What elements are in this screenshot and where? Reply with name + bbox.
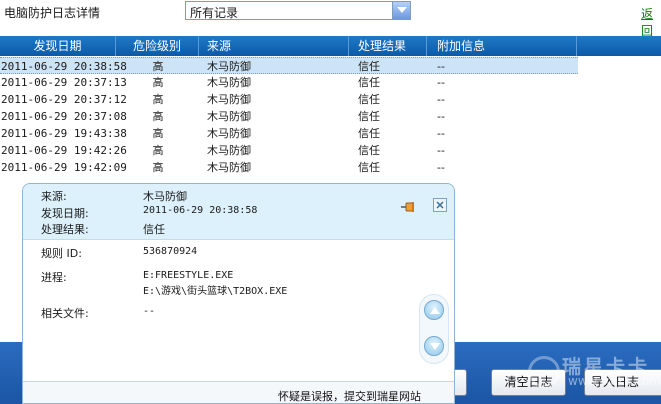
column-header-level[interactable]: 危险级别 bbox=[116, 36, 199, 56]
row-extra: -- bbox=[437, 93, 445, 106]
filter-selected-value: 所有记录 bbox=[190, 6, 239, 20]
row-result: 信任 bbox=[358, 127, 380, 140]
related-files-label: 相关文件: bbox=[41, 307, 89, 320]
column-header-result[interactable]: 处理结果 bbox=[349, 36, 427, 56]
row-source: 木马防御 bbox=[207, 127, 251, 140]
row-level: 高 bbox=[152, 144, 164, 157]
column-header-source[interactable]: 来源 bbox=[199, 36, 349, 56]
date-label: 发现日期: bbox=[41, 207, 89, 220]
row-date: 2011-06-29 19:42:26 bbox=[1, 144, 127, 157]
import-log-button[interactable]: 导入日志 bbox=[584, 369, 661, 396]
row-source: 木马防御 bbox=[207, 93, 251, 106]
process-value-2: E:\游戏\街头篮球\T2BOX.EXE bbox=[143, 286, 288, 297]
row-date: 2011-06-29 20:37:12 bbox=[1, 93, 127, 106]
row-source: 木马防御 bbox=[207, 161, 251, 174]
source-value: 木马防御 bbox=[143, 190, 187, 203]
title-bar: 电脑防护日志详情 所有记录 返回 bbox=[0, 0, 661, 39]
date-value: 2011-06-29 20:38:58 bbox=[143, 205, 258, 216]
hidden-button-edge[interactable] bbox=[455, 369, 467, 396]
table-row[interactable]: 2011-06-29 20:38:58 高 木马防御 信任 -- bbox=[0, 57, 578, 74]
popup-body: 规则 ID: 536870924 进程: E:FREESTYLE.EXE E:\… bbox=[23, 241, 454, 381]
row-extra: -- bbox=[437, 110, 445, 123]
process-label: 进程: bbox=[41, 271, 67, 284]
table-row[interactable]: 2011-06-29 19:42:26 高 木马防御 信任 -- bbox=[0, 142, 578, 159]
close-icon[interactable] bbox=[433, 198, 447, 212]
row-source: 木马防御 bbox=[207, 144, 251, 157]
arrow-down-icon[interactable] bbox=[424, 336, 444, 356]
row-level: 高 bbox=[152, 127, 164, 140]
table-row[interactable]: 2011-06-29 20:37:13 高 木马防御 信任 -- bbox=[0, 74, 578, 91]
result-value: 信任 bbox=[143, 223, 165, 236]
row-extra: -- bbox=[437, 127, 445, 140]
process-value-1: E:FREESTYLE.EXE bbox=[143, 270, 234, 281]
related-files-value: -- bbox=[143, 306, 156, 317]
rule-id-value: 536870924 bbox=[143, 246, 198, 257]
row-date: 2011-06-29 19:42:09 bbox=[1, 161, 127, 174]
table-header: 发现日期 危险级别 来源 处理结果 附加信息 bbox=[0, 36, 661, 56]
clear-log-button[interactable]: 清空日志 bbox=[491, 369, 566, 396]
row-result: 信任 bbox=[358, 144, 380, 157]
row-result: 信任 bbox=[358, 161, 380, 174]
log-detail-popup: 来源: 木马防御 发现日期: 2011-06-29 20:38:58 处理结果:… bbox=[22, 183, 455, 404]
row-result: 信任 bbox=[358, 76, 380, 89]
report-false-positive-link[interactable]: 怀疑是误报，提交到瑞星网站 bbox=[278, 388, 421, 403]
row-extra: -- bbox=[437, 144, 445, 157]
row-result: 信任 bbox=[358, 110, 380, 123]
arrow-up-icon[interactable] bbox=[424, 300, 444, 320]
record-filter-select[interactable]: 所有记录 bbox=[185, 1, 411, 20]
row-extra: -- bbox=[437, 76, 445, 89]
pin-icon[interactable] bbox=[401, 201, 417, 213]
table-row[interactable]: 2011-06-29 20:37:12 高 木马防御 信任 -- bbox=[0, 91, 578, 108]
row-date: 2011-06-29 19:43:38 bbox=[1, 127, 127, 140]
rule-id-label: 规则 ID: bbox=[41, 247, 82, 260]
row-source: 木马防御 bbox=[207, 60, 251, 73]
result-label: 处理结果: bbox=[41, 223, 89, 236]
row-level: 高 bbox=[152, 76, 164, 89]
row-source: 木马防御 bbox=[207, 110, 251, 123]
row-date: 2011-06-29 20:37:13 bbox=[1, 76, 127, 89]
row-extra: -- bbox=[437, 60, 445, 73]
row-source: 木马防御 bbox=[207, 76, 251, 89]
table-row[interactable]: 2011-06-29 19:42:09 高 木马防御 信任 -- bbox=[0, 159, 578, 176]
column-header-extra[interactable]: 附加信息 bbox=[427, 36, 577, 56]
column-header-date[interactable]: 发现日期 bbox=[0, 36, 116, 56]
back-link[interactable]: 返回 bbox=[641, 5, 661, 39]
row-result: 信任 bbox=[358, 93, 380, 106]
row-result: 信任 bbox=[358, 60, 380, 73]
row-level: 高 bbox=[152, 93, 164, 106]
row-extra: -- bbox=[437, 161, 445, 174]
table-row[interactable]: 2011-06-29 19:43:38 高 木马防御 信任 -- bbox=[0, 125, 578, 142]
table-row[interactable]: 2011-06-29 20:37:08 高 木马防御 信任 -- bbox=[0, 108, 578, 125]
row-level: 高 bbox=[152, 110, 164, 123]
popup-footer: 怀疑是误报，提交到瑞星网站 bbox=[23, 381, 454, 403]
source-label: 来源: bbox=[41, 190, 67, 203]
row-level: 高 bbox=[152, 60, 164, 73]
row-date: 2011-06-29 20:37:08 bbox=[1, 110, 127, 123]
popup-header: 来源: 木马防御 发现日期: 2011-06-29 20:38:58 处理结果:… bbox=[23, 184, 454, 240]
page-title: 电脑防护日志详情 bbox=[4, 6, 101, 20]
chevron-down-icon[interactable] bbox=[392, 2, 410, 19]
row-date: 2011-06-29 20:38:58 bbox=[1, 60, 127, 73]
row-level: 高 bbox=[152, 161, 164, 174]
